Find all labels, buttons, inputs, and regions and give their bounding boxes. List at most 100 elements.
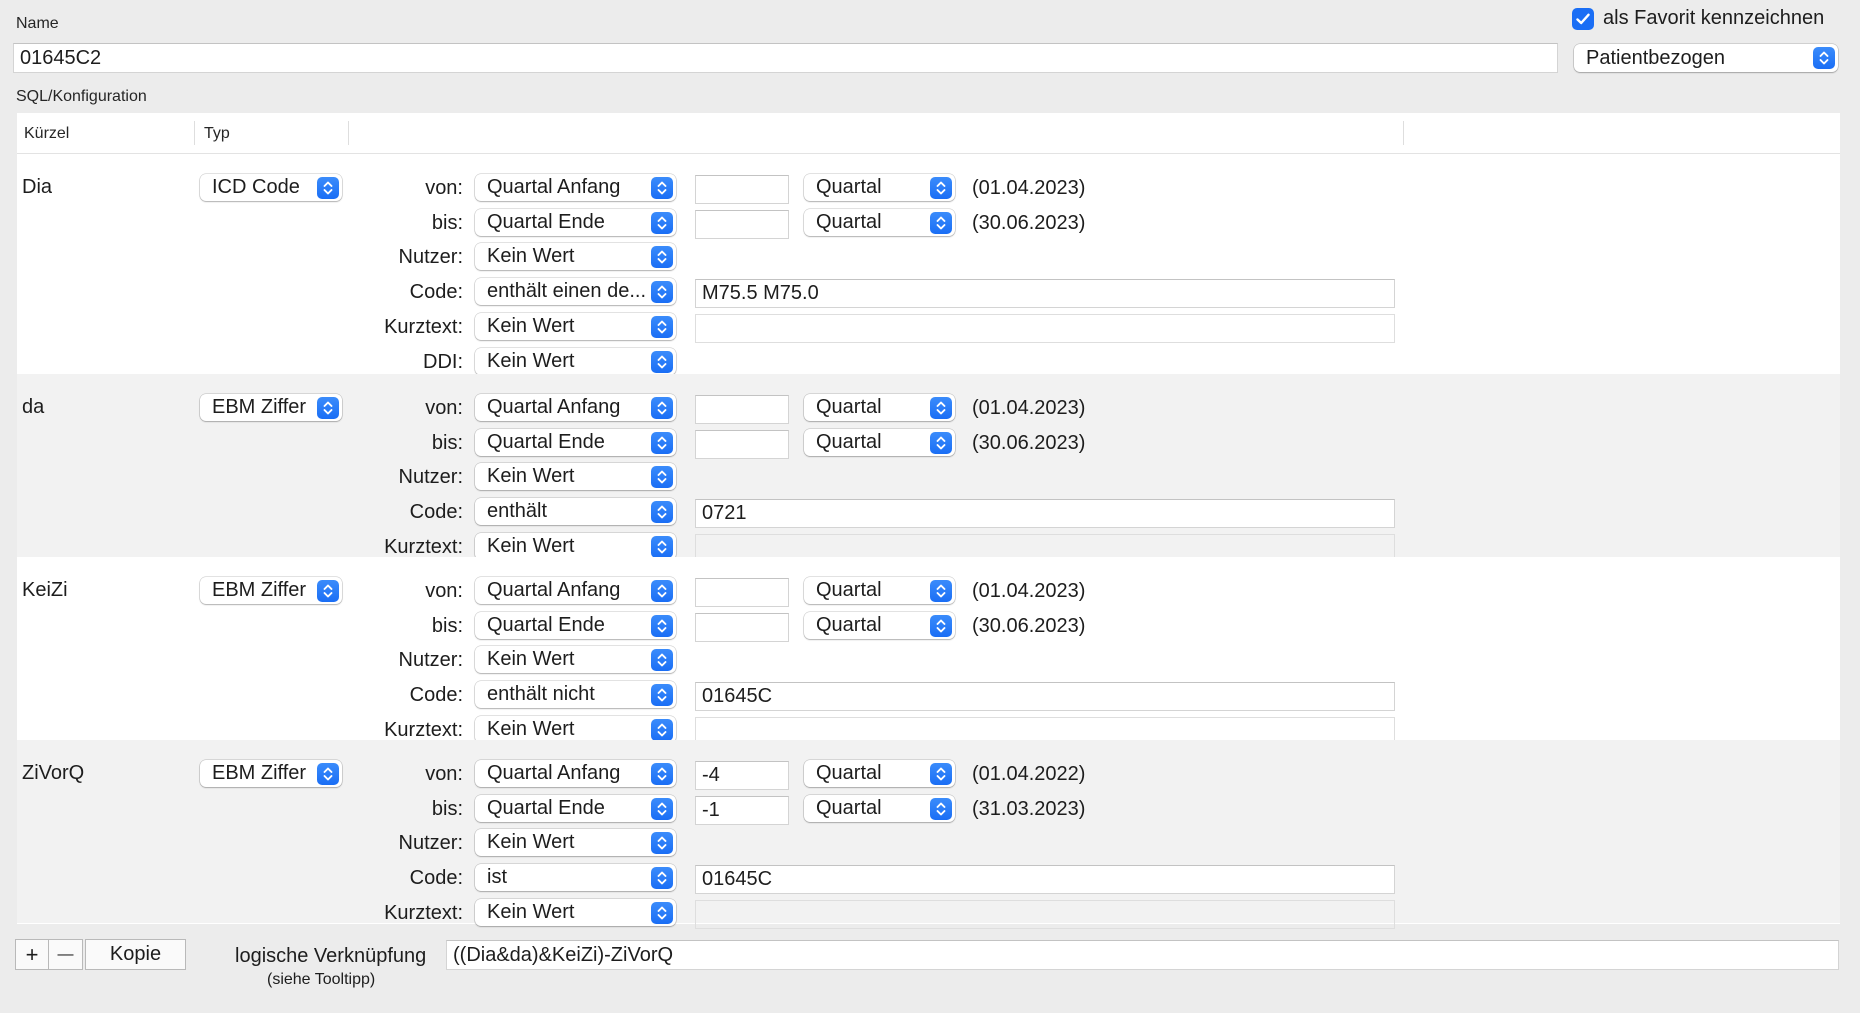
- name-label: Name: [16, 15, 59, 32]
- chevron-updown-icon: [651, 614, 673, 637]
- kurztext-select[interactable]: Kein Wert: [475, 313, 676, 340]
- logic-expression-field[interactable]: ((Dia&da)&KeiZi)-ZiVorQ: [446, 940, 1839, 970]
- kurztext-select-value: Kein Wert: [487, 535, 575, 557]
- von-unit-select-value: Quartal: [816, 579, 882, 601]
- nutzer-select[interactable]: Kein Wert: [475, 243, 676, 270]
- von-offset-field[interactable]: -4: [695, 761, 789, 790]
- bis-offset-field[interactable]: -1: [695, 796, 789, 825]
- condition-row[interactable]: ZiVorQ EBM Ziffer von: Quartal Anfang -4 Quar…: [17, 740, 1840, 929]
- chevron-updown-icon: [651, 431, 673, 454]
- chevron-updown-icon: [651, 901, 673, 924]
- bis-unit-select[interactable]: Quartal: [804, 429, 955, 456]
- von-select[interactable]: Quartal Anfang: [475, 760, 676, 787]
- bis-unit-select[interactable]: Quartal: [804, 612, 955, 639]
- chevron-updown-icon: [651, 245, 673, 268]
- code-label: Code:: [409, 501, 463, 523]
- condition-row[interactable]: KeiZi EBM Ziffer von: Quartal Anfang Quartal…: [17, 557, 1840, 746]
- bis-unit-select-value: Quartal: [816, 614, 882, 636]
- code-select[interactable]: enthält: [475, 498, 676, 525]
- kurztext-field[interactable]: [695, 900, 1395, 929]
- bis-unit-select[interactable]: Quartal: [804, 209, 955, 236]
- nutzer-select[interactable]: Kein Wert: [475, 646, 676, 673]
- remove-button[interactable]: —: [48, 939, 83, 970]
- von-unit-select[interactable]: Quartal: [804, 174, 955, 201]
- von-select-value: Quartal Anfang: [487, 396, 621, 418]
- code-select-value: enthält einen de...: [487, 280, 647, 302]
- chevron-updown-icon: [651, 831, 673, 854]
- kurztext-select[interactable]: Kein Wert: [475, 899, 676, 926]
- nutzer-label: Nutzer:: [398, 832, 463, 854]
- chevron-updown-icon: [651, 762, 673, 785]
- code-field[interactable]: 01645C: [695, 682, 1395, 711]
- bis-select-value: Quartal Ende: [487, 431, 605, 453]
- kurztext-select-value: Kein Wert: [487, 315, 575, 337]
- bis-label: bis:: [431, 212, 463, 234]
- von-offset-field[interactable]: [695, 395, 789, 424]
- chevron-updown-icon: [651, 683, 673, 706]
- von-label: von:: [425, 580, 463, 602]
- nutzer-label: Nutzer:: [398, 246, 463, 268]
- kurztext-select[interactable]: Kein Wert: [475, 533, 676, 560]
- chevron-updown-icon: [651, 315, 673, 338]
- code-select[interactable]: enthält nicht: [475, 681, 676, 708]
- code-field[interactable]: M75.5 M75.0: [695, 279, 1395, 308]
- von-offset-field[interactable]: [695, 578, 789, 607]
- code-select-value: enthält: [487, 500, 548, 522]
- conditions-table: Kürzel Typ Dia ICD Code von: Quartal Anfang…: [17, 113, 1840, 929]
- von-select[interactable]: Quartal Anfang: [475, 174, 676, 201]
- von-date: (01.04.2023): [972, 397, 1086, 419]
- von-offset-field[interactable]: [695, 175, 789, 204]
- bis-select[interactable]: Quartal Ende: [475, 612, 676, 639]
- von-date: (01.04.2023): [972, 177, 1086, 199]
- von-label: von:: [425, 397, 463, 419]
- von-select[interactable]: Quartal Anfang: [475, 394, 676, 421]
- scope-select[interactable]: Patientbezogen: [1574, 44, 1838, 72]
- minus-icon: —: [57, 945, 74, 963]
- bis-select[interactable]: Quartal Ende: [475, 429, 676, 456]
- von-select[interactable]: Quartal Anfang: [475, 577, 676, 604]
- kurztext-select[interactable]: Kein Wert: [475, 716, 676, 743]
- column-header-typ[interactable]: Typ: [204, 125, 230, 143]
- name-field[interactable]: 01645C2: [13, 43, 1558, 73]
- nutzer-select[interactable]: Kein Wert: [475, 463, 676, 490]
- code-select[interactable]: enthält einen de...: [475, 278, 676, 305]
- bis-unit-select[interactable]: Quartal: [804, 795, 955, 822]
- kurztext-label: Kurztext:: [384, 536, 463, 558]
- bis-label: bis:: [431, 432, 463, 454]
- bis-date: (31.03.2023): [972, 798, 1086, 820]
- favorite-checkbox[interactable]: [1572, 8, 1594, 30]
- chevron-updown-icon: [651, 465, 673, 488]
- type-select-value: ICD Code: [212, 176, 300, 198]
- bis-offset-field[interactable]: [695, 613, 789, 642]
- condition-row[interactable]: Dia ICD Code von: Quartal Anfang Quartal (01.…: [17, 154, 1840, 375]
- chevron-updown-icon: [930, 176, 952, 199]
- nutzer-select[interactable]: Kein Wert: [475, 829, 676, 856]
- bis-select[interactable]: Quartal Ende: [475, 209, 676, 236]
- code-field[interactable]: 01645C: [695, 865, 1395, 894]
- code-label: Code:: [409, 684, 463, 706]
- von-unit-select[interactable]: Quartal: [804, 394, 955, 421]
- condition-row[interactable]: da EBM Ziffer von: Quartal Anfang Quartal (01…: [17, 374, 1840, 563]
- bis-select[interactable]: Quartal Ende: [475, 795, 676, 822]
- code-field[interactable]: 0721: [695, 499, 1395, 528]
- favorite-label[interactable]: als Favorit kennzeichnen: [1603, 7, 1824, 30]
- bis-offset-field[interactable]: [695, 430, 789, 459]
- sql-config-label: SQL/Konfiguration: [16, 88, 147, 105]
- column-divider: [348, 121, 349, 145]
- column-header-kuerzel[interactable]: Kürzel: [24, 125, 69, 143]
- bis-offset-field[interactable]: [695, 210, 789, 239]
- von-unit-select[interactable]: Quartal: [804, 760, 955, 787]
- von-date: (01.04.2022): [972, 763, 1086, 785]
- bis-unit-select-value: Quartal: [816, 431, 882, 453]
- bis-date: (30.06.2023): [972, 432, 1086, 454]
- add-button[interactable]: +: [15, 939, 49, 970]
- code-select[interactable]: ist: [475, 864, 676, 891]
- ddi-select[interactable]: Kein Wert: [475, 348, 676, 375]
- bis-unit-select-value: Quartal: [816, 797, 882, 819]
- chevron-updown-icon: [651, 176, 673, 199]
- kurztext-field[interactable]: [695, 314, 1395, 343]
- copy-button[interactable]: Kopie: [85, 939, 186, 970]
- kurztext-label: Kurztext:: [384, 902, 463, 924]
- von-unit-select[interactable]: Quartal: [804, 577, 955, 604]
- ddi-select-value: Kein Wert: [487, 350, 575, 372]
